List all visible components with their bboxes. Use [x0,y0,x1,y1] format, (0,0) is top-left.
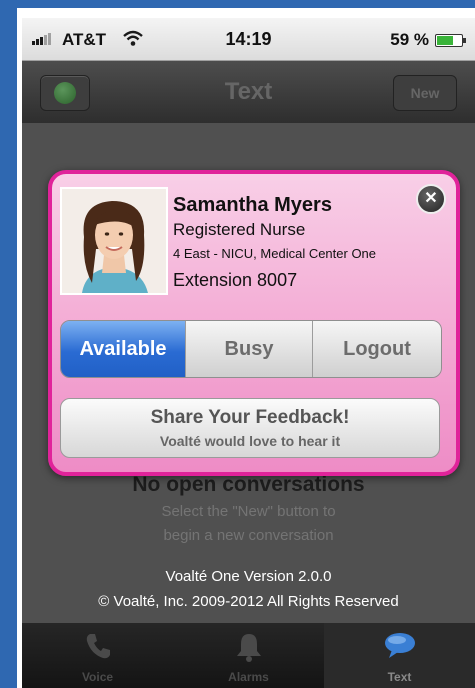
logout-button[interactable]: Logout [312,321,441,377]
tab-text-label: Text [387,670,412,684]
bell-icon [234,631,264,668]
status-bar: AT&T 14:19 59 % [22,18,475,61]
avatar [60,187,168,295]
status-busy-button[interactable]: Busy [185,321,312,377]
profile-name: Samantha Myers [173,194,332,216]
empty-state-hint-line2: begin a new conversation [163,527,334,544]
profile-role: Registered Nurse [173,220,306,239]
feedback-title: Share Your Feedback! [150,407,350,428]
copyright-notice: © Voalté, Inc. 2009-2012 All Rights Rese… [98,593,399,610]
profile-status-popup: Samantha Myers Registered Nurse 4 East -… [48,170,460,476]
tab-bar: Voice Alarms Text [22,623,475,688]
new-conversation-button[interactable]: New [393,75,457,111]
tab-text[interactable]: Text [324,623,475,688]
speech-bubble-icon [383,631,417,666]
battery-icon [435,34,466,47]
tab-voice[interactable]: Voice [22,623,173,688]
empty-state-hint-line1: Select the "New" button to [161,503,336,520]
profile-extension: Extension 8007 [173,270,298,290]
tab-alarms-label: Alarms [228,670,269,684]
phone-icon [83,631,113,666]
status-segmented-control: Available Busy Logout [60,320,442,378]
share-feedback-button[interactable]: Share Your Feedback! Voalté would love t… [60,398,440,458]
status-available-button[interactable]: Available [61,321,185,377]
tab-voice-label: Voice [81,670,114,684]
empty-state-title: No open conversations [132,473,365,496]
phone-screen: AT&T 14:19 59 % Text New No open convers… [22,18,475,688]
app-version: Voalté One Version 2.0.0 [165,568,332,585]
tab-alarms[interactable]: Alarms [173,623,324,688]
battery-percentage: 59 % [390,30,429,49]
nav-bar: Text New [22,61,475,123]
feedback-subtitle: Voalté would love to hear it [159,433,341,449]
close-icon[interactable]: ✕ [416,184,446,214]
profile-location: 4 East - NICU, Medical Center One [173,246,377,261]
